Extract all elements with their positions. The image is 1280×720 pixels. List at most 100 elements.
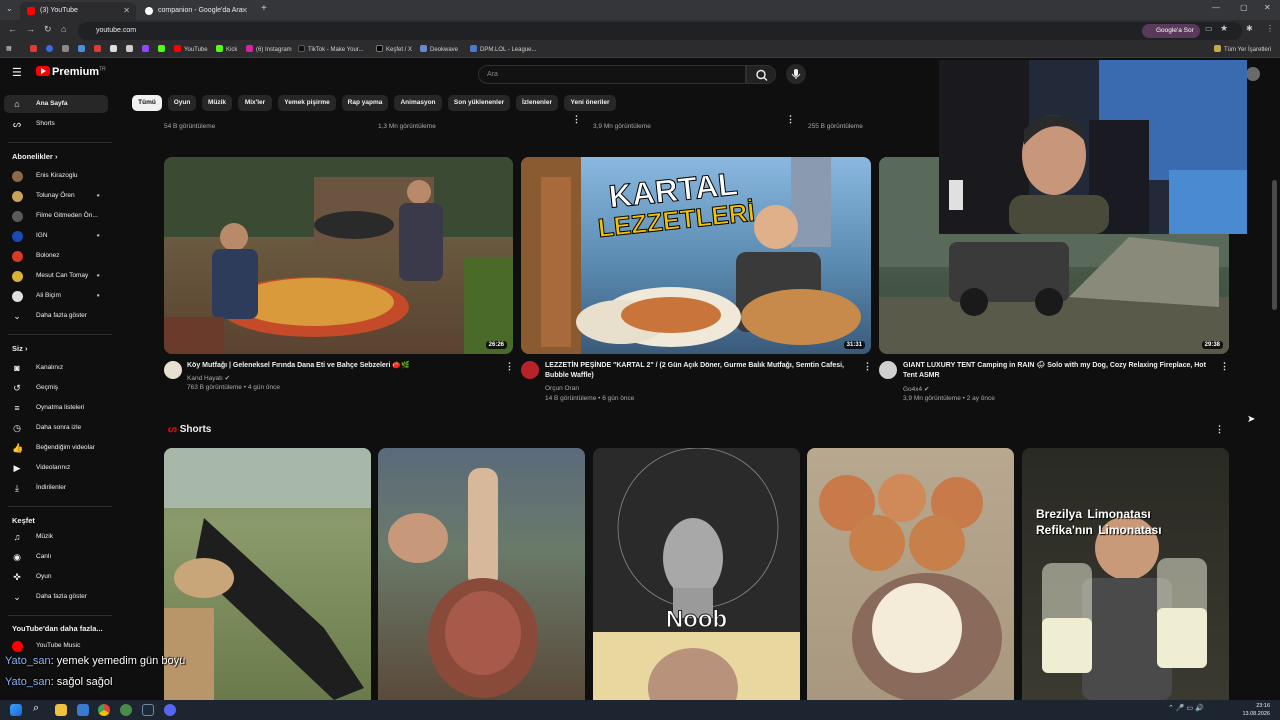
chip-mixes[interactable]: Mix'ler: [238, 95, 272, 111]
chrome-icon[interactable]: [98, 704, 110, 716]
chip-gaming[interactable]: Oyun: [168, 95, 196, 111]
video-channel[interactable]: Go4x4 ✔: [903, 385, 929, 393]
search-button[interactable]: [746, 65, 776, 84]
chip-rap[interactable]: Rap yapma: [342, 95, 388, 111]
voice-search-button[interactable]: [786, 64, 806, 84]
tray-icons[interactable]: ⌃ 🎤 ▭ 🔊: [1168, 704, 1204, 712]
subscriptions-heading[interactable]: Abonelikler ›: [12, 152, 57, 161]
tab-menu-icon[interactable]: ⌄: [6, 4, 13, 13]
bookmark-icon-1[interactable]: [30, 45, 40, 53]
video-title[interactable]: Köy Mutfağı | Geleneksel Fırında Dana Et…: [187, 361, 487, 371]
bookmark-dpm[interactable]: DPM.LOL - League...: [470, 45, 536, 53]
bookmark-icon-7[interactable]: [126, 45, 136, 53]
channel-avatar[interactable]: [879, 361, 897, 379]
sidebar-item-shorts[interactable]: ᔕ Shorts: [4, 115, 108, 133]
sidebar-item-downloads[interactable]: ⤓ İndirilenler: [4, 479, 108, 497]
bookmark-icon-5[interactable]: [94, 45, 104, 53]
sidebar-sub-1[interactable]: Enis Kirazoglu: [4, 167, 108, 185]
sidebar-explore-more[interactable]: ⌄ Daha fazla göster: [4, 588, 108, 606]
bookmark-icon-6[interactable]: [110, 45, 120, 53]
bookmark-star-icon[interactable]: ★: [1220, 23, 1228, 34]
close-tab-icon[interactable]: ✕: [241, 2, 248, 20]
chip-animation[interactable]: Animasyon: [394, 95, 442, 111]
search-input[interactable]: Ara: [478, 65, 746, 84]
tab-google[interactable]: companion - Google'da Ara ✕: [138, 2, 254, 20]
youtube-premium-logo[interactable]: PremiumTR: [36, 66, 106, 78]
short-card[interactable]: Noob: [593, 448, 800, 700]
you-heading[interactable]: Siz ›: [12, 344, 27, 353]
sidebar-sub-2[interactable]: Tolunay Ören ●: [4, 187, 108, 205]
sidebar-item-music[interactable]: ♫ Müzik: [4, 528, 108, 546]
bookmark-tiktok[interactable]: TikTok - Make Your...: [298, 45, 363, 53]
video-channel[interactable]: Kand Hayatı ✔: [187, 374, 230, 382]
bookmark-youtube[interactable]: YouTube: [174, 45, 208, 53]
channel-avatar[interactable]: [164, 361, 182, 379]
close-window-icon[interactable]: ✕: [1264, 3, 1271, 12]
short-card[interactable]: [807, 448, 1014, 700]
bookmark-icon-2[interactable]: [46, 45, 56, 53]
maximize-icon[interactable]: ▢: [1240, 3, 1248, 12]
video-title[interactable]: LEZZETİN PEŞİNDE "KARTAL 2" / (2 Gün Açı…: [545, 361, 850, 381]
bookmark-icon-4[interactable]: [78, 45, 88, 53]
search-taskbar-icon[interactable]: ⌕: [33, 702, 39, 715]
sidebar-sub-5[interactable]: Bolonez: [4, 247, 108, 265]
reload-icon[interactable]: ↻: [44, 24, 52, 35]
bookmark-icon-8[interactable]: [142, 45, 152, 53]
bookmark-instagram[interactable]: (6) Instagram: [246, 45, 292, 53]
google-ask-button[interactable]: Google'a Sor: [1142, 24, 1200, 38]
bookmark-icon-3[interactable]: [62, 45, 72, 53]
sidebar-item-live[interactable]: ◉ Canlı: [4, 548, 108, 566]
sidebar-item-history[interactable]: ↺ Geçmiş: [4, 379, 108, 397]
video-title[interactable]: GIANT LUXURY TENT Camping in RAIN 🌧 Solo…: [903, 361, 1213, 381]
hamburger-menu-icon[interactable]: ☰: [12, 66, 22, 79]
sidebar-item-home[interactable]: ⌂ Ana Sayfa: [4, 95, 108, 113]
extensions-icon[interactable]: ✱: [1246, 24, 1253, 33]
app-icon[interactable]: [120, 704, 132, 716]
sidebar-item-channel[interactable]: ◙ Kanalınız: [4, 359, 108, 377]
forward-icon[interactable]: →: [26, 24, 35, 34]
discord-icon[interactable]: [164, 704, 176, 716]
chip-music[interactable]: Müzik: [202, 95, 232, 111]
sidebar-item-liked[interactable]: 👍 Beğendiğim videolar: [4, 439, 108, 457]
bookmark-kick[interactable]: Kick: [216, 45, 237, 53]
sidebar-sub-3[interactable]: Filme Gitmeden Ön...: [4, 207, 108, 225]
more-options-icon[interactable]: ⋮: [863, 361, 872, 372]
close-tab-icon[interactable]: ✕: [123, 2, 130, 20]
menu-dots-icon[interactable]: ⋮: [1266, 24, 1274, 33]
apps-icon[interactable]: ▦: [6, 45, 12, 52]
tab-youtube[interactable]: (3) YouTube ✕: [20, 2, 136, 20]
shorts-more-options-icon[interactable]: ⋮: [1215, 424, 1224, 435]
windows-start-icon[interactable]: [10, 704, 22, 716]
home-button-icon[interactable]: ⌂: [61, 24, 66, 34]
file-explorer-icon[interactable]: [55, 704, 67, 716]
sidebar-item-playlists[interactable]: ≡ Oynatma listeleri: [4, 399, 108, 417]
chip-new[interactable]: Yeni öneriler: [564, 95, 616, 111]
sidebar-item-watch-later[interactable]: ◷ Daha sonra izle: [4, 419, 108, 437]
system-clock[interactable]: 23:16 13.08.2026: [1242, 702, 1270, 718]
channel-avatar[interactable]: [521, 361, 539, 379]
page-scrollbar[interactable]: [1272, 180, 1277, 310]
short-card[interactable]: [378, 448, 585, 700]
address-bar[interactable]: youtube.com: [78, 22, 1242, 40]
more-options-icon[interactable]: ⋮: [505, 361, 514, 372]
chip-recent[interactable]: Son yüklenenler: [448, 95, 510, 111]
chip-all[interactable]: Tümü: [132, 95, 162, 111]
back-icon[interactable]: ←: [8, 24, 17, 34]
steam-icon[interactable]: [142, 704, 154, 716]
video-thumbnail[interactable]: KARTAL LEZZETLERİ 31:31: [521, 157, 871, 354]
sidebar-subs-more[interactable]: ⌄ Daha fazla göster: [4, 307, 108, 325]
bookmark-x[interactable]: Keşfet / X: [376, 45, 412, 53]
sidebar-item-youtube-music[interactable]: YouTube Music: [4, 637, 108, 655]
sidebar-sub-6[interactable]: Mesut Can Tomay ●: [4, 267, 108, 285]
short-card[interactable]: Brezilya Limonatası Refika'nın Limonatas…: [1022, 448, 1229, 700]
sidebar-sub-4[interactable]: IGN ●: [4, 227, 108, 245]
video-thumbnail[interactable]: 26:26: [164, 157, 513, 354]
cast-icon[interactable]: ▭: [1205, 24, 1213, 33]
sidebar-item-gaming[interactable]: ✜ Oyun: [4, 568, 108, 586]
more-options-icon[interactable]: ⋮: [572, 114, 581, 125]
new-tab-button[interactable]: +: [261, 3, 267, 14]
sidebar-item-your-videos[interactable]: ▶ Videolarınız: [4, 459, 108, 477]
account-avatar[interactable]: [1246, 67, 1260, 81]
minimize-icon[interactable]: —: [1212, 3, 1220, 12]
sidebar-sub-7[interactable]: Ali Biçim ●: [4, 287, 108, 305]
